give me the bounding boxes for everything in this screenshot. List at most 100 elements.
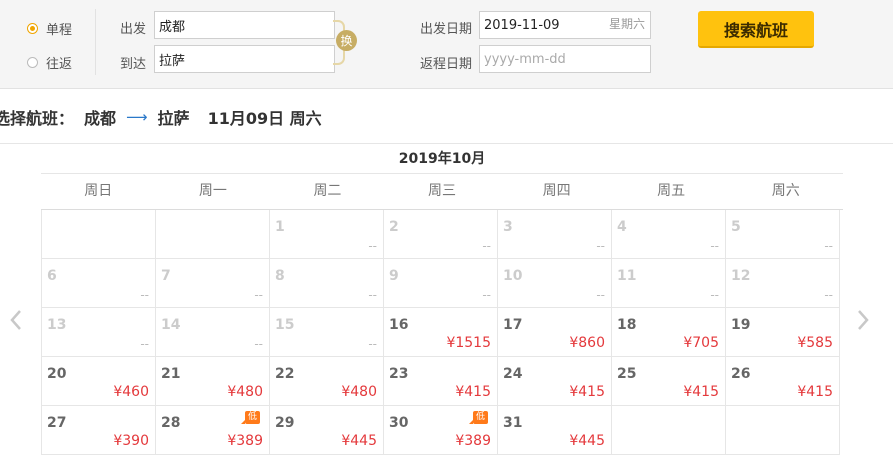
arrow-right-icon: ⟶: [126, 108, 148, 126]
day-price: ¥705: [683, 335, 719, 351]
calendar-day-cell: 7 --: [156, 259, 270, 308]
radio-icon-checked[interactable]: [27, 23, 38, 34]
depart-city-label: 出发: [120, 22, 147, 37]
day-price: ¥415: [569, 384, 605, 400]
calendar-day-cell: 6 --: [42, 259, 156, 308]
search-flights-button[interactable]: 搜索航班: [698, 11, 814, 48]
day-number: 15: [275, 317, 295, 333]
calendar-day-cell: 8 --: [270, 259, 384, 308]
calendar-day-cell: 10 --: [498, 259, 612, 308]
calendar-day-cell[interactable]: 25 ¥415: [612, 357, 726, 406]
day-number: 18: [617, 317, 637, 333]
calendar-empty-cell: [726, 406, 840, 455]
calendar-day-cell[interactable]: 17 ¥860: [498, 308, 612, 357]
calendar-day-cell[interactable]: 21 ¥480: [156, 357, 270, 406]
calendar-day-cell: 12 --: [726, 259, 840, 308]
route-heading: 选择航班： 成都 ⟶ 拉萨 11月09日 周六: [0, 103, 322, 131]
calendar-day-cell[interactable]: 30 ¥389 低: [384, 406, 498, 455]
day-number: 23: [389, 366, 409, 382]
one-way-label: 单程: [46, 23, 73, 38]
calendar-day-cell[interactable]: 27 ¥390: [42, 406, 156, 455]
calendar-day-cell[interactable]: 16 ¥1515: [384, 308, 498, 357]
divider: [0, 143, 893, 144]
weekday-label: 周一: [198, 183, 227, 199]
calendar-day-cell: 3 --: [498, 210, 612, 259]
trip-type-round-trip[interactable]: 往返: [27, 53, 72, 72]
day-number: 11: [617, 268, 637, 284]
day-number: 21: [161, 366, 181, 382]
day-number: 28: [161, 415, 181, 431]
day-number: 29: [275, 415, 295, 431]
day-price: ¥389: [455, 433, 491, 449]
day-price: --: [824, 288, 833, 302]
day-price: ¥860: [569, 335, 605, 351]
swap-cities-button[interactable]: 换: [336, 30, 357, 51]
calendar-day-cell[interactable]: 28 ¥389 低: [156, 406, 270, 455]
radio-icon-unchecked[interactable]: [27, 57, 38, 68]
day-price: --: [824, 239, 833, 253]
day-price: --: [710, 288, 719, 302]
calendar-day-cell: 4 --: [612, 210, 726, 259]
calendar-day-cell: 13 --: [42, 308, 156, 357]
return-date-input[interactable]: [479, 45, 651, 73]
calendar-day-cell[interactable]: 23 ¥415: [384, 357, 498, 406]
day-price: --: [596, 288, 605, 302]
calendar-day-cell: 14 --: [156, 308, 270, 357]
arrive-city-input[interactable]: [154, 45, 335, 73]
weekday-label: 周日: [84, 183, 113, 199]
day-price: --: [596, 239, 605, 253]
day-price: --: [368, 239, 377, 253]
weekday-label: 周四: [542, 183, 571, 199]
day-number: 5: [731, 219, 741, 235]
trip-type-one-way[interactable]: 单程: [27, 19, 72, 38]
day-number: 25: [617, 366, 637, 382]
calendar-day-cell: 9 --: [384, 259, 498, 308]
heading-to-city: 拉萨: [157, 109, 190, 128]
day-price: --: [254, 288, 263, 302]
calendar-day-cell: 15 --: [270, 308, 384, 357]
calendar-day-cell[interactable]: 18 ¥705: [612, 308, 726, 357]
calendar-day-cell[interactable]: 19 ¥585: [726, 308, 840, 357]
day-price: --: [140, 337, 149, 351]
day-number: 19: [731, 317, 751, 333]
chevron-left-icon[interactable]: [9, 309, 23, 339]
day-price: ¥480: [227, 384, 263, 400]
weekday-label: 周二: [313, 183, 342, 199]
day-number: 4: [617, 219, 627, 235]
arrive-city-label: 到达: [120, 57, 147, 72]
day-number: 3: [503, 219, 513, 235]
day-price: ¥460: [113, 384, 149, 400]
calendar-day-cell[interactable]: 31 ¥445: [498, 406, 612, 455]
day-number: 27: [47, 415, 67, 431]
calendar-day-cell[interactable]: 20 ¥460: [42, 357, 156, 406]
calendar-day-cell[interactable]: 24 ¥415: [498, 357, 612, 406]
calendar-empty-cell: [156, 210, 270, 259]
day-price: ¥415: [683, 384, 719, 400]
calendar-month-title: 2019年10月: [41, 146, 843, 174]
depart-city-input[interactable]: [154, 11, 335, 39]
chevron-right-icon[interactable]: [856, 309, 870, 339]
weekday-label: 周五: [657, 183, 686, 199]
calendar-day-cell: 2 --: [384, 210, 498, 259]
day-price: --: [368, 337, 377, 351]
weekday-label: 周六: [771, 183, 800, 199]
day-price: ¥390: [113, 433, 149, 449]
depart-date-field[interactable]: 星期六: [479, 11, 651, 39]
day-number: 26: [731, 366, 751, 382]
day-number: 2: [389, 219, 399, 235]
calendar-day-cell[interactable]: 29 ¥445: [270, 406, 384, 455]
heading-prefix: 选择航班：: [0, 109, 75, 128]
calendar-day-cell[interactable]: 22 ¥480: [270, 357, 384, 406]
day-number: 17: [503, 317, 523, 333]
calendar-day-cell: 1 --: [270, 210, 384, 259]
depart-date-label: 出发日期: [420, 22, 473, 37]
day-number: 22: [275, 366, 295, 382]
divider: [95, 9, 96, 75]
weekday-label: 周三: [428, 183, 457, 199]
day-number: 7: [161, 268, 171, 284]
day-number: 8: [275, 268, 285, 284]
depart-weekday: 星期六: [608, 17, 645, 31]
day-price: --: [482, 288, 491, 302]
calendar-day-cell[interactable]: 26 ¥415: [726, 357, 840, 406]
calendar-grid: 1 -- 2 -- 3 -- 4 -- 5 -- 6 -- 7 -- 8 -- 9 -- 10 -- 11 -- 12 -- 1…: [41, 210, 840, 455]
